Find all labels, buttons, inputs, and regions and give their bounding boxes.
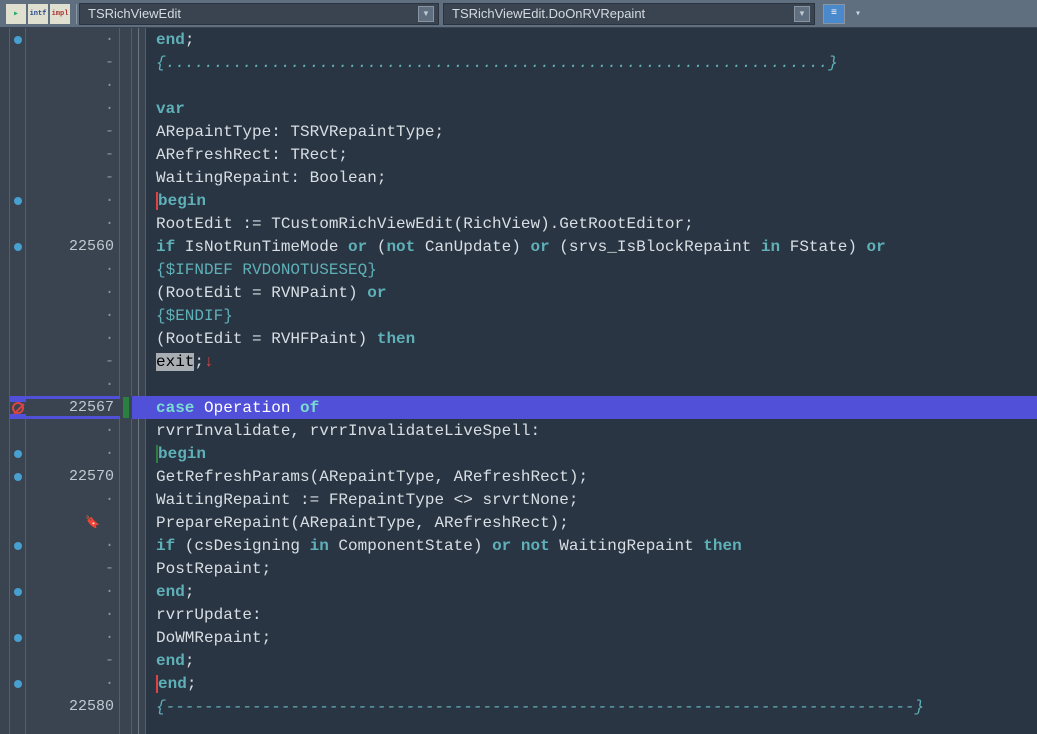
code-line[interactable]: · end;: [10, 28, 1037, 51]
code-line[interactable]: · rvrrUpdate:: [10, 603, 1037, 626]
line-marker: ·: [26, 100, 120, 117]
code-line[interactable]: · (RootEdit = RVNPaint) or: [10, 281, 1037, 304]
line-number: 22570: [26, 468, 120, 485]
code-line[interactable]: - WaitingRepaint: Boolean;: [10, 166, 1037, 189]
class-combo[interactable]: TSRichViewEdit ▼: [79, 3, 439, 25]
code-line[interactable]: - exit;↓: [10, 350, 1037, 373]
impl-icon[interactable]: impl: [50, 4, 70, 24]
code-line[interactable]: 22570 GetRefreshParams(ARepaintType, ARe…: [10, 465, 1037, 488]
line-marker: -: [26, 560, 120, 577]
nav-back-icon[interactable]: ▸: [6, 4, 26, 24]
line-marker: ·: [26, 537, 120, 554]
code-line[interactable]: - PostRepaint;: [10, 557, 1037, 580]
code-line[interactable]: · begin: [10, 442, 1037, 465]
code-line[interactable]: · WaitingRepaint := FRepaintType <> srvr…: [10, 488, 1037, 511]
line-marker: ·: [26, 583, 120, 600]
code-line[interactable]: 22560 if IsNotRunTimeMode or (not CanUpd…: [10, 235, 1037, 258]
code-line[interactable]: - end;: [10, 649, 1037, 672]
top-toolbar: ▸ intf impl TSRichViewEdit ▼ TSRichViewE…: [0, 0, 1037, 28]
overview-ruler: [0, 28, 10, 734]
line-marker: ·: [26, 284, 120, 301]
toolbar-icon-group-left: ▸ intf impl: [2, 0, 74, 27]
line-marker: ·: [26, 606, 120, 623]
line-marker: -: [26, 146, 120, 163]
code-line[interactable]: · (RootEdit = RVHFPaint) then: [10, 327, 1037, 350]
flow-arrow-icon: ↓: [204, 353, 214, 371]
line-marker: ·: [26, 422, 120, 439]
code-line[interactable]: · {$ENDIF}: [10, 304, 1037, 327]
code-line[interactable]: · end;: [10, 672, 1037, 695]
line-marker: -: [26, 353, 120, 370]
bookmark-icon[interactable]: 🔖: [26, 515, 120, 530]
code-line[interactable]: - ARefreshRect: TRect;: [10, 143, 1037, 166]
code-line[interactable]: · begin: [10, 189, 1037, 212]
method-combo-text: TSRichViewEdit.DoOnRVRepaint: [452, 6, 645, 21]
line-marker: -: [26, 123, 120, 140]
line-marker: ·: [26, 376, 120, 393]
chevron-down-icon[interactable]: ▾: [847, 4, 869, 24]
line-marker: ·: [26, 307, 120, 324]
code-line[interactable]: 22580 {---------------------------------…: [10, 695, 1037, 718]
intf-icon[interactable]: intf: [28, 4, 48, 24]
breakpoint-disabled-icon[interactable]: [12, 402, 24, 414]
separator: [76, 4, 77, 24]
code-line[interactable]: 🔖 PrepareRepaint(ARepaintType, ARefreshR…: [10, 511, 1037, 534]
code-line[interactable]: - ARepaintType: TSRVRepaintType;: [10, 120, 1037, 143]
line-marker: ·: [26, 215, 120, 232]
code-line[interactable]: · RootEdit := TCustomRichViewEdit(RichVi…: [10, 212, 1037, 235]
chevron-down-icon[interactable]: ▼: [418, 6, 434, 22]
line-marker: ·: [26, 491, 120, 508]
line-marker: ·: [26, 675, 120, 692]
line-marker: ·: [26, 261, 120, 278]
code-line[interactable]: · end;: [10, 580, 1037, 603]
code-line[interactable]: - {.....................................…: [10, 51, 1037, 74]
line-marker: ·: [26, 330, 120, 347]
code-line[interactable]: ·: [10, 74, 1037, 97]
code-line[interactable]: · DoWMRepaint;: [10, 626, 1037, 649]
code-line[interactable]: · {$IFNDEF RVDONOTUSESEQ}: [10, 258, 1037, 281]
toolbar-right-group: ≡ ▾: [819, 0, 873, 27]
code-line[interactable]: · if (csDesigning in ComponentState) or …: [10, 534, 1037, 557]
editor[interactable]: · end; - {..............................…: [0, 28, 1037, 734]
list-view-icon[interactable]: ≡: [823, 4, 845, 24]
line-marker: -: [26, 54, 120, 71]
code-viewport[interactable]: · end; - {..............................…: [10, 28, 1037, 734]
line-number: 22567: [26, 399, 120, 416]
code-line[interactable]: · var: [10, 97, 1037, 120]
line-marker: ·: [26, 77, 120, 94]
line-marker: -: [26, 652, 120, 669]
code-line-current[interactable]: 22567 case Operation of: [10, 396, 1037, 419]
code-line[interactable]: · rvrrInvalidate, rvrrInvalidateLiveSpel…: [10, 419, 1037, 442]
line-number: 22580: [26, 698, 120, 715]
code-line[interactable]: ·: [10, 373, 1037, 396]
line-marker: ·: [26, 629, 120, 646]
line-marker: ·: [26, 192, 120, 209]
line-marker: ·: [26, 445, 120, 462]
line-number: 22560: [26, 238, 120, 255]
method-combo[interactable]: TSRichViewEdit.DoOnRVRepaint ▼: [443, 3, 815, 25]
line-marker: -: [26, 169, 120, 186]
chevron-down-icon[interactable]: ▼: [794, 6, 810, 22]
class-combo-text: TSRichViewEdit: [88, 6, 181, 21]
line-marker: ·: [26, 31, 120, 48]
